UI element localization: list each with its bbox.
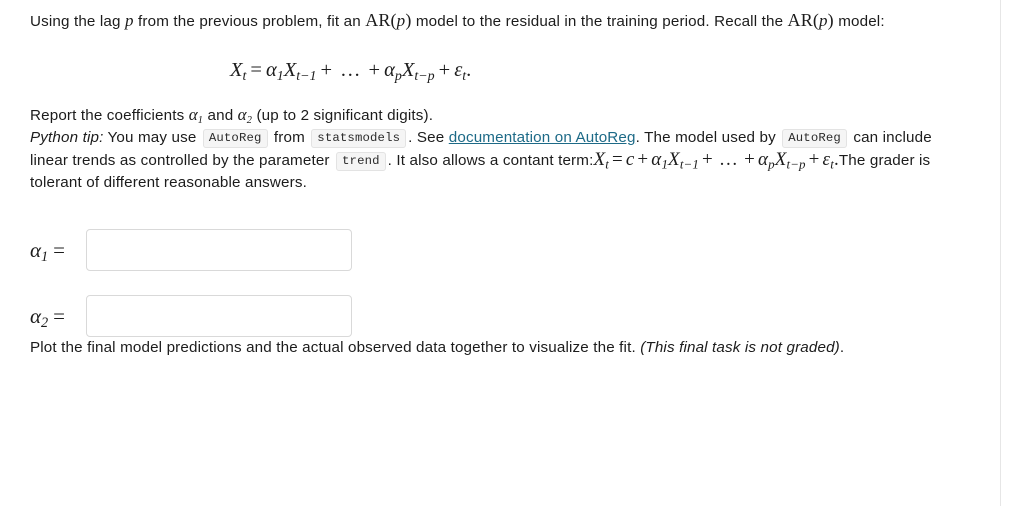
final-note-part2: . — [839, 339, 845, 356]
eq-alpha1: α — [265, 59, 277, 81]
teq-xp-sub: t−p — [786, 156, 806, 172]
report-text-part1: Report the coefficients — [30, 107, 189, 124]
teq-plus0: + — [637, 149, 649, 170]
answer-alpha2-symbol: α — [30, 303, 42, 328]
answer-label-alpha1: α1 = — [30, 237, 86, 264]
report-coefficients-line: Report the coefficients α1 and α2 (up to… — [30, 104, 961, 127]
teq-xp: X — [774, 149, 787, 170]
report-text-part2: and — [203, 107, 238, 124]
code-trend: trend — [336, 152, 386, 171]
answer-alpha1-equals: = — [53, 237, 66, 262]
lag-symbol: p — [125, 11, 134, 30]
eq-plus2: + — [368, 59, 381, 81]
intro-text-part2: from the previous problem, fit an — [133, 13, 366, 30]
eq-alphap: α — [384, 59, 395, 81]
teq-equals: = — [611, 149, 623, 170]
report-alpha1: α — [188, 105, 198, 124]
teq-ellipsis: … — [718, 149, 739, 170]
teq-alpha1: α — [651, 149, 662, 170]
teq-lhs-var: X — [593, 149, 606, 170]
eq-xp-sub: t−p — [414, 68, 435, 84]
tip-text-4: . The model used by — [635, 129, 781, 146]
eq-x1-sub: t−1 — [296, 68, 317, 84]
eq-ellipsis: … — [340, 59, 361, 81]
page-right-edge — [1000, 0, 1001, 506]
eq-plus1: + — [320, 59, 333, 81]
teq-x1: X — [668, 149, 680, 170]
tip-text-6: . It also allows a contant term: — [387, 152, 594, 169]
eq-alpha1-sub: 1 — [276, 68, 284, 84]
intro-paragraph: Using the lag p from the previous proble… — [30, 9, 961, 33]
autoreg-documentation-link[interactable]: documentation on AutoReg — [449, 129, 636, 146]
ar-model-display-equation: Xt = α1Xt−1 +… + αpXt−p + εt. — [30, 59, 961, 84]
intro-text-part3: model to the residual in the training pe… — [411, 13, 788, 30]
code-autoreg-2: AutoReg — [782, 129, 847, 148]
eq-x1: X — [283, 59, 297, 81]
problem-content: Using the lag p from the previous proble… — [0, 0, 1001, 359]
tip-text-1: You may use — [103, 129, 201, 146]
teq-plus1: + — [702, 149, 713, 170]
tip-text-3: . See — [408, 129, 449, 146]
ar-model-label-2: AR — [787, 10, 813, 30]
answer-alpha2-equals: = — [53, 303, 66, 328]
python-tip-label: Python tip: — [30, 129, 104, 146]
intro-text-part4: model: — [833, 13, 885, 30]
eq-alphap-sub: p — [394, 68, 402, 84]
final-note-paragraph: Plot the final model predictions and the… — [30, 337, 961, 359]
eq-plus3: + — [438, 59, 451, 81]
eq-period: . — [466, 59, 472, 81]
eq-lhs-var: X — [230, 59, 243, 81]
alpha2-answer-input[interactable] — [86, 295, 352, 337]
code-autoreg: AutoReg — [202, 129, 268, 148]
code-statsmodels: statsmodels — [311, 129, 407, 148]
teq-x1-sub: t−1 — [679, 156, 700, 172]
teq-alphap: α — [757, 149, 769, 170]
answer-label-alpha2: α2 = — [30, 303, 86, 330]
final-note-italic: (This final task is not graded) — [640, 339, 840, 356]
answer-alpha1-symbol: α — [30, 237, 42, 262]
python-tip-paragraph: Python tip: You may use AutoReg from sta… — [30, 127, 961, 194]
eq-xp: X — [401, 59, 415, 81]
alpha1-answer-input[interactable] — [86, 229, 352, 271]
final-note-part1: Plot the final model predictions and the… — [30, 339, 641, 356]
ar-model-with-constant-equation: Xt = c + α1Xt−1 +… + αpXt−p + εt. — [593, 149, 838, 172]
eq-equals: = — [250, 59, 262, 81]
tip-text-2: from — [269, 129, 310, 146]
intro-text-part1: Using the lag — [30, 13, 125, 30]
ar2-arg-p: p — [819, 11, 828, 30]
report-text-part3: (up to 2 significant digits). — [252, 107, 434, 124]
answer-row-alpha1: α1 = — [30, 229, 961, 271]
teq-plus3: + — [808, 149, 820, 170]
ar-model-label: AR — [365, 10, 391, 30]
teq-alphap-sub: p — [768, 156, 775, 172]
answer-row-alpha2: α2 = — [30, 295, 961, 337]
teq-plus2: + — [744, 149, 755, 170]
report-alpha2: α — [237, 105, 247, 124]
